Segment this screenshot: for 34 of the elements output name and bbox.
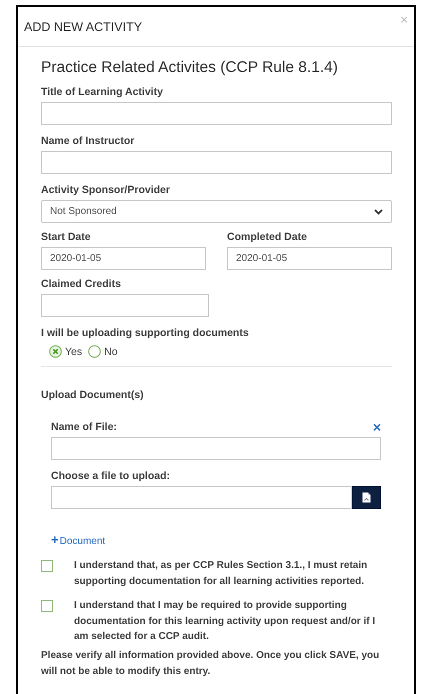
sponsor-dropdown[interactable]: Not Sponsored [41,200,392,223]
add-document-link[interactable]: +Document [51,532,106,547]
field-label: Name of File: [51,421,117,433]
notice-text: Please verify all information provided above. Once you click SAVE, you will not be able to modify this entry. [41,648,380,678]
radio-label: Yes [65,346,82,358]
remove-button[interactable]: × [372,422,381,432]
field-label: I will be uploading supporting documents [41,327,250,339]
title-field[interactable] [41,102,392,125]
field-label: Claimed Credits [41,278,122,290]
acknowledgement-text: I understand that I may be required to provide supporting documentation for this learning activity upon request and/or if I am selected for a CCP audit. [74,599,376,644]
file-icon [362,492,371,503]
field-label: Name of Instructor [41,135,136,147]
section-heading: Upload Document(s) [41,389,145,401]
completed-date-field[interactable]: 2020-01-05 [227,247,392,270]
checkbox[interactable] [41,560,53,572]
file-path-field[interactable] [51,486,352,509]
start-date-field[interactable]: 2020-01-05 [41,247,206,270]
field-label: Completed Date [227,231,308,243]
browse-button[interactable] [352,486,381,509]
radio-button[interactable] [49,345,62,358]
checkbox[interactable] [41,600,53,612]
modal-title: ADD NEW ACTIVITY [24,20,142,34]
credits-field[interactable] [41,294,209,317]
field-label: Activity Sponsor/Provider [41,184,171,196]
field-label: Choose a file to upload: [51,470,172,482]
instructor-field[interactable] [41,151,392,174]
radio-label: No [104,346,118,358]
form-heading: Practice Related Activites (CCP Rule 8.1.4) [41,59,339,77]
file-name-field[interactable] [51,437,381,460]
field-label: Title of Learning Activity [41,86,164,98]
field-label: Start Date [41,231,92,243]
acknowledgement-text: I understand that, as per CCP Rules Section 3.1., I must retain supporting documentation for all learning activities reported. [74,559,368,588]
radio-button[interactable] [88,345,102,358]
chevron-down-icon [374,208,383,214]
